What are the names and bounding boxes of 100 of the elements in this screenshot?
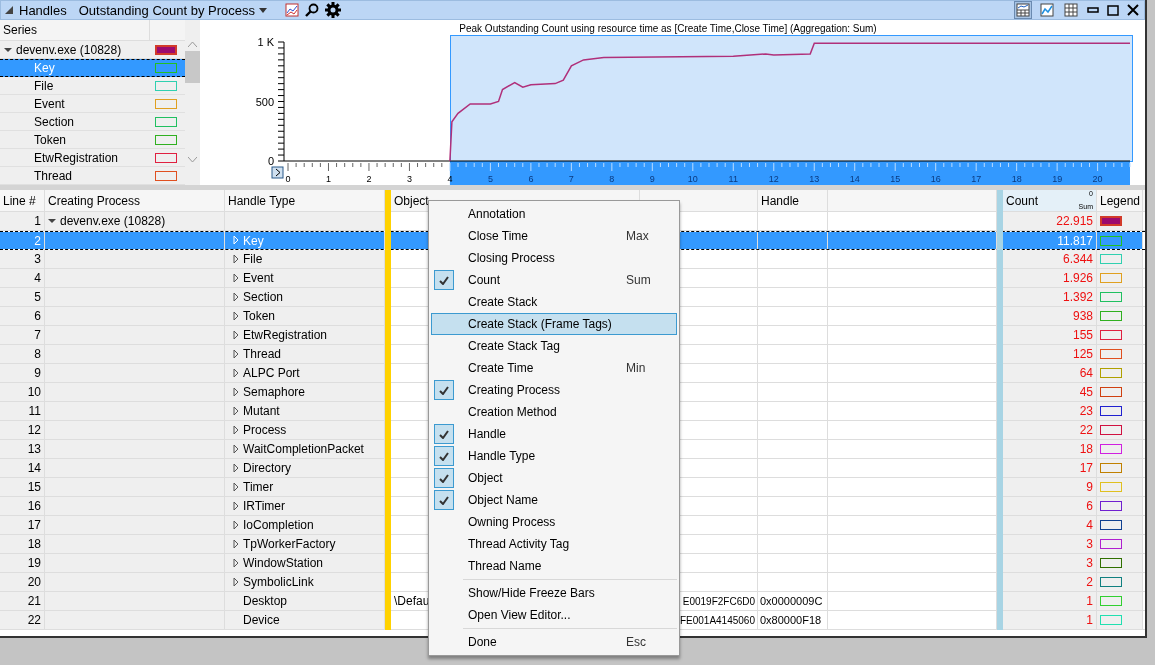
menu-item[interactable]: Create Stack Tag [431,335,677,357]
expander-icon[interactable] [233,425,239,435]
tree-node[interactable]: Mutant [225,402,385,420]
tree-node[interactable]: EtwRegistration [225,326,385,344]
checkbox[interactable] [434,380,454,400]
menu-item[interactable]: Object [431,467,677,489]
checkbox[interactable] [434,424,454,444]
menu-item[interactable]: Thread Activity Tag [431,533,677,555]
tree-node[interactable]: IoCompletion [225,516,385,534]
x-tick-label: 4 [447,174,453,184]
column-header[interactable]: Handle [758,190,828,211]
search-icon[interactable] [305,3,320,17]
tree-node[interactable]: Semaphore [225,383,385,401]
tree-node[interactable]: SymbolicLink [225,573,385,591]
expander-icon[interactable] [233,520,239,530]
checkbox[interactable] [434,490,454,510]
column-header[interactable]: Handle Type [225,190,385,211]
series-item[interactable]: Section [0,114,150,129]
menu-item[interactable]: Creating Process [431,379,677,401]
menu-item[interactable]: Create Stack (Frame Tags) [431,313,677,335]
table-cell: 18 [1003,440,1097,458]
checkbox[interactable] [434,270,454,290]
menu-item[interactable]: Closing Process [431,247,677,269]
tree-node[interactable]: Event [225,269,385,287]
tree-node[interactable]: ALPC Port [225,364,385,382]
expander-icon[interactable] [233,577,239,587]
table-cell: 938 [1003,307,1097,325]
expander-icon[interactable] [233,387,239,397]
tree-node[interactable]: devenv.exe (10828) [45,212,225,230]
menu-item[interactable]: Create Time Min [431,357,677,379]
table-view-button[interactable] [1062,1,1080,19]
table-cell: 1 [1003,611,1097,629]
expander-icon[interactable] [233,444,239,454]
expander-icon[interactable] [233,292,239,302]
tree-node[interactable]: Process [225,421,385,439]
menu-item[interactable]: Object Name [431,489,677,511]
line-number: 19 [0,554,45,572]
table-cell: 3 [1003,535,1097,553]
menu-item[interactable]: Thread Name [431,555,677,577]
series-item[interactable]: Thread [0,168,150,183]
expander-icon[interactable] [233,501,239,511]
tree-node[interactable]: Thread [225,345,385,363]
expander-icon[interactable] [233,406,239,416]
tree-node[interactable]: WindowStation [225,554,385,572]
collapse-icon[interactable] [5,6,13,14]
tree-node[interactable]: TpWorkerFactory [225,535,385,553]
menu-item[interactable]: Done Esc [431,631,677,653]
expander-icon[interactable] [233,254,239,264]
menu-item[interactable]: Owning Process [431,511,677,533]
settings-icon[interactable] [325,2,342,18]
x-tick-label: 15 [890,174,901,184]
menu-item[interactable]: Close Time Max [431,225,677,247]
series-item[interactable]: Event [0,96,150,111]
expander-icon[interactable] [233,463,239,473]
tree-node[interactable]: Section [225,288,385,306]
expander-icon[interactable] [4,45,12,54]
line-number: 20 [0,573,45,591]
tree-node[interactable]: WaitCompletionPacket [225,440,385,458]
checkmark-icon [439,473,449,483]
menu-item[interactable]: Creation Method [431,401,677,423]
graph-view-button[interactable] [1038,1,1056,19]
expander-icon[interactable] [233,368,239,378]
tree-node[interactable]: IRTimer [225,497,385,515]
tree-node[interactable]: Directory [225,459,385,477]
close-icon[interactable] [1126,3,1140,17]
expander-icon[interactable] [233,311,239,321]
expander-icon[interactable] [233,482,239,492]
menu-item[interactable]: Annotation [431,203,677,225]
column-header[interactable]: Line # [0,190,45,211]
tree-node[interactable]: Timer [225,478,385,496]
table-cell: 11.817 [1003,232,1097,249]
tree-node[interactable]: File [225,250,385,268]
tree-node[interactable]: Token [225,307,385,325]
expander-icon[interactable] [233,558,239,568]
table-cell: 1.926 [1003,269,1097,287]
checkbox[interactable] [434,446,454,466]
menu-item[interactable]: Create Stack [431,291,677,313]
scrollbar-thumb[interactable] [185,51,200,83]
series-item[interactable]: Token [0,132,150,147]
line-number: 22 [0,611,45,629]
menu-item[interactable]: Handle Type [431,445,677,467]
series-item[interactable]: File [0,78,150,93]
preset-dropdown[interactable]: Outstanding Count by Process [76,2,270,18]
menu-item[interactable]: Handle [431,423,677,445]
column-header[interactable]: Creating Process [45,190,225,211]
column-header[interactable]: Legend [1097,190,1143,211]
graph-table-view-button[interactable] [1014,1,1032,19]
checkbox[interactable] [434,468,454,488]
chart-icon[interactable] [285,3,300,17]
expander-icon[interactable] [233,349,239,359]
series-item[interactable]: devenv.exe (10828) [0,42,150,57]
maximize-icon[interactable] [1106,3,1120,17]
expander-icon[interactable] [233,330,239,340]
expander-icon[interactable] [233,273,239,283]
expander-icon[interactable] [48,217,56,225]
expander-icon[interactable] [233,539,239,549]
series-item[interactable]: EtwRegistration [0,150,150,165]
menu-item[interactable]: Count Sum [431,269,677,291]
line-number: 11 [0,402,45,420]
expand-axis-icon[interactable] [271,166,284,179]
